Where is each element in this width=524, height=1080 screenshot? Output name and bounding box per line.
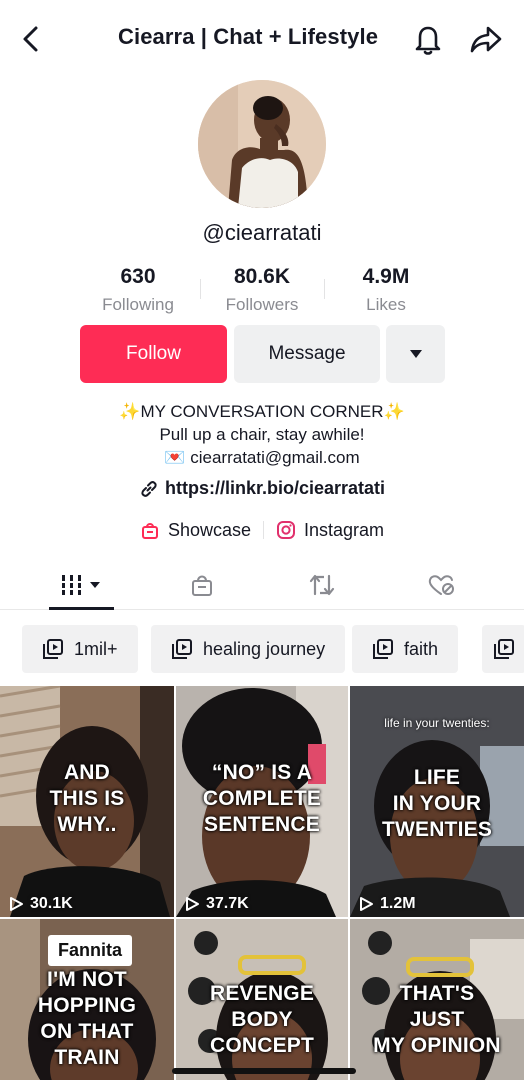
video-grid: AND THIS IS WHY.. 30.1K “NO” IS A COMPLE… (0, 686, 524, 1080)
message-button[interactable]: Message (234, 325, 380, 383)
playlist-chip-label: healing journey (203, 638, 326, 659)
video-tile[interactable]: REVENGE BODY CONCEPT (176, 919, 348, 1080)
content-tabs (0, 562, 524, 610)
divider (263, 521, 264, 539)
share-arrow-icon[interactable] (468, 22, 504, 56)
chevron-left-icon[interactable] (16, 22, 46, 56)
username: @ciearratati (202, 220, 322, 245)
bio-line-1: ✨MY CONVERSATION CORNER✨ (119, 402, 405, 421)
video-tile[interactable]: THAT'S JUST MY OPINION (350, 919, 524, 1080)
tab-videos[interactable] (42, 562, 122, 608)
shopping-bag-icon (192, 575, 212, 596)
showcase-label: Showcase (167, 519, 251, 540)
video-caption: THAT'S JUST MY OPINION (373, 982, 501, 1057)
video-caption: AND THIS IS WHY.. (49, 761, 125, 836)
bio-line-3[interactable]: 💌 ciearratati@gmail.com (0, 446, 524, 469)
more-options-button[interactable] (386, 325, 445, 383)
video-caption: I'M NOT HOPPING ON THAT TRAIN (37, 968, 137, 1069)
playlist-chip[interactable] (482, 625, 524, 673)
bio-link[interactable]: https://linkr.bio/ciearratati (0, 478, 524, 499)
likes-label: Likes (366, 295, 406, 314)
video-caption: LIFE IN YOUR TWENTIES (381, 766, 493, 841)
caret-down-icon (409, 350, 422, 358)
stat-likes[interactable]: 4.9M Likes (324, 265, 448, 315)
grid-lines-icon (59, 575, 100, 595)
followers-label: Followers (225, 295, 299, 314)
likes-count: 4.9M (362, 265, 410, 288)
play-outline-icon (10, 897, 23, 911)
bio-line-2: Pull up a chair, stay awhile! (159, 425, 365, 444)
profile-shortcuts: Showcase Instagram (0, 515, 524, 545)
playlist-chip-label: faith (404, 638, 439, 659)
video-tile[interactable]: Fannita I'M NOT HOPPING ON THAT TRAIN (0, 919, 174, 1080)
stat-followers[interactable]: 80.6K Followers (200, 265, 324, 315)
following-count: 630 (120, 265, 156, 288)
playlist-chips: 1mil+ healing journey faith (22, 625, 524, 673)
playlist-icon (43, 639, 63, 659)
following-label: Following (102, 295, 174, 314)
avatar[interactable] (198, 80, 326, 208)
playlist-icon (373, 639, 393, 659)
followers-count: 80.6K (233, 265, 291, 288)
sticker-badge: Fannita (48, 935, 133, 966)
play-outline-icon (186, 897, 199, 911)
video-top-caption: life in your twenties: (384, 716, 490, 730)
view-count: 30.1K (8, 895, 73, 913)
video-tile[interactable]: “NO” IS A COMPLETE SENTENCE 37.7K (176, 686, 348, 917)
tab-liked[interactable] (402, 562, 482, 608)
playlist-icon (494, 639, 514, 659)
playlist-chip[interactable]: faith (352, 625, 459, 673)
view-count: 37.7K (184, 895, 249, 913)
instagram-icon (277, 521, 295, 539)
link-icon (141, 480, 157, 497)
instagram-label: Instagram (304, 519, 385, 540)
tab-reposts[interactable] (282, 562, 362, 608)
follow-button[interactable]: Follow (80, 325, 227, 383)
play-outline-icon (360, 897, 373, 911)
profile-stats: 630 Following 80.6K Followers 4.9M Likes (0, 265, 524, 325)
showcase-link[interactable]: Showcase (140, 520, 251, 541)
instagram-link[interactable]: Instagram (276, 520, 384, 541)
video-caption: REVENGE BODY CONCEPT (209, 982, 315, 1057)
bio-link-text: https://linkr.bio/ciearratati (164, 478, 386, 498)
home-indicator (172, 1068, 356, 1074)
video-tile[interactable]: life in your twenties: LIFE IN YOUR TWEN… (350, 686, 524, 917)
bell-icon[interactable] (412, 22, 444, 56)
bio: ✨MY CONVERSATION CORNER✨ Pull up a chair… (0, 400, 524, 469)
shopping-bag-icon (141, 523, 158, 539)
liked-heart-hidden-icon (428, 575, 454, 595)
view-count: 1.2M (358, 895, 416, 913)
playlist-chip[interactable]: 1mil+ (22, 625, 138, 673)
stat-following[interactable]: 630 Following (76, 265, 200, 315)
repost-icon (309, 574, 335, 596)
playlist-chip-label: 1mil+ (74, 638, 118, 659)
video-caption: “NO” IS A COMPLETE SENTENCE (202, 761, 322, 836)
playlist-chip[interactable]: healing journey (151, 625, 346, 673)
page-title: Ciearra | Chat + Lifestyle (118, 24, 379, 49)
playlist-icon (172, 639, 192, 659)
active-tab-indicator (49, 607, 114, 610)
tab-shop[interactable] (162, 562, 242, 608)
video-tile[interactable]: AND THIS IS WHY.. 30.1K (0, 686, 174, 917)
top-bar: Ciearra | Chat + Lifestyle (0, 0, 524, 78)
